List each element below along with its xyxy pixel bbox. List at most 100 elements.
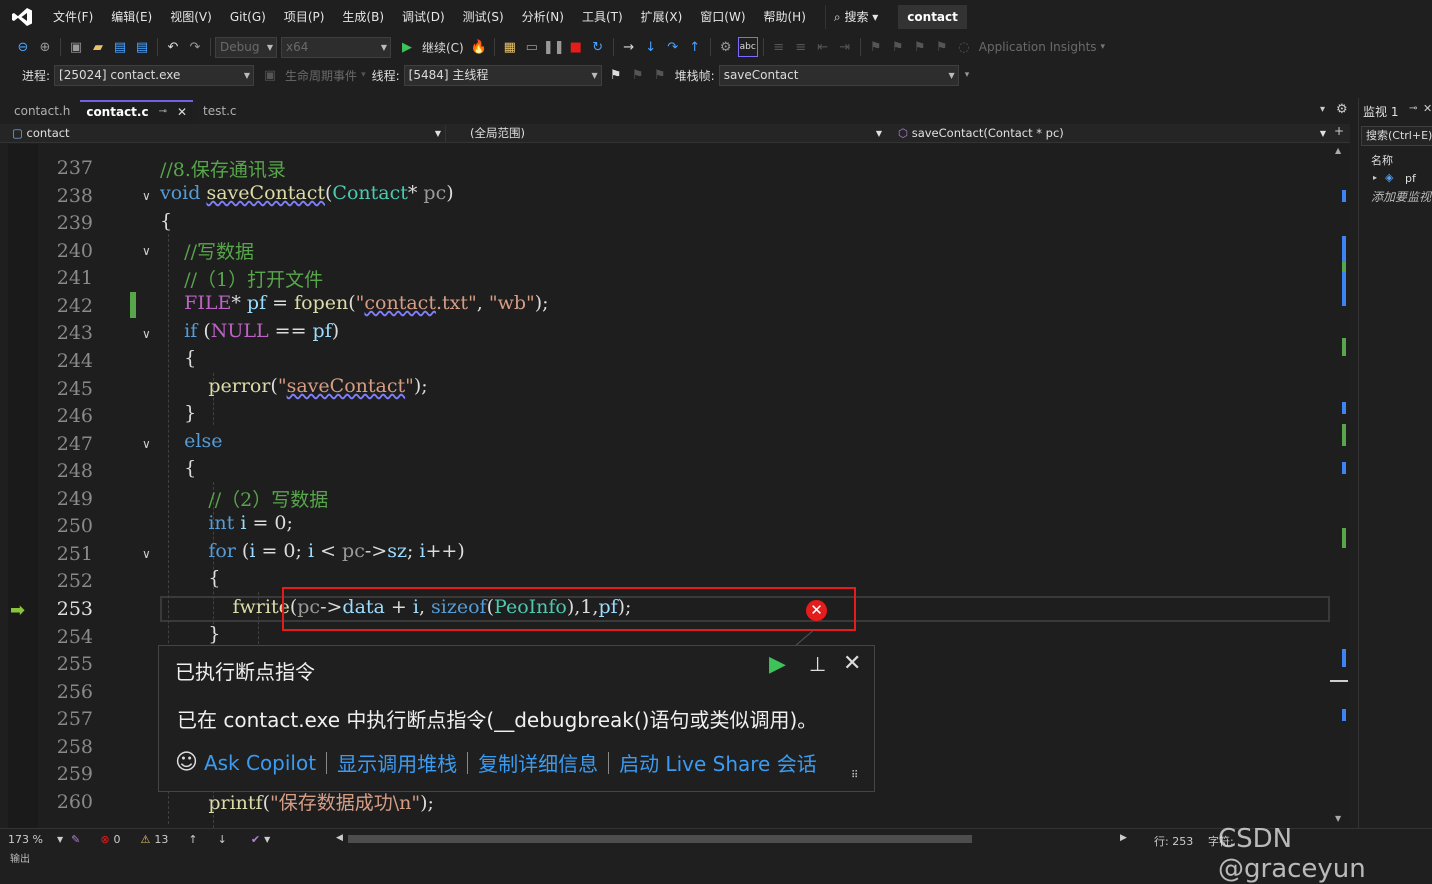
scope-dropdown[interactable]: (全局范围) ▼ xyxy=(466,125,886,142)
menu-file[interactable]: 文件(F) xyxy=(44,0,102,34)
chevron-down-icon[interactable]: ▾ xyxy=(965,70,970,80)
process-dropdown[interactable]: [25024] contact.exe ▼ xyxy=(54,64,255,86)
scroll-up-icon[interactable]: ▲ xyxy=(1335,146,1341,155)
scroll-left-icon[interactable]: ◀ xyxy=(336,833,343,843)
menu-window[interactable]: 窗口(W) xyxy=(691,0,754,34)
undo-icon[interactable]: ↶ xyxy=(163,37,183,57)
collapse-chevron-icon[interactable]: ∨ xyxy=(142,548,156,560)
menu-analyze[interactable]: 分析(N) xyxy=(513,0,573,34)
configuration-dropdown[interactable]: Debug ▼ xyxy=(215,36,277,58)
tab-overflow-icon[interactable]: ▾ xyxy=(1320,104,1325,115)
start-live-share-link[interactable]: 启动 Live Share 会话 xyxy=(609,748,827,777)
flag-threads-icon[interactable]: ⚑ xyxy=(628,65,648,85)
collapse-chevron-icon[interactable]: ∨ xyxy=(142,438,156,450)
menu-view[interactable]: 视图(V) xyxy=(161,0,221,34)
horizontal-scrollbar[interactable] xyxy=(348,835,972,843)
continue-icon[interactable]: ▶ xyxy=(397,37,417,57)
copy-details-link[interactable]: 复制详细信息 xyxy=(468,748,608,777)
hot-reload-icon[interactable]: 🔥 xyxy=(469,37,489,57)
browse-icon[interactable]: ▦ xyxy=(500,37,520,57)
health-icon[interactable]: ✎ xyxy=(71,833,80,846)
save-all-icon[interactable]: ▤ xyxy=(132,37,152,57)
warning-count[interactable]: 13 xyxy=(154,833,168,846)
lightbulb-icon[interactable]: ◌ xyxy=(954,37,974,57)
chevron-down-icon[interactable]: ▼ xyxy=(57,835,63,844)
error-count[interactable]: 0 xyxy=(114,833,121,846)
indicator-margin[interactable] xyxy=(8,144,38,828)
forward-icon[interactable]: ⊕ xyxy=(35,37,55,57)
show-flagged-icon[interactable]: ⚑ xyxy=(650,65,670,85)
next-issue-icon[interactable]: ↓ xyxy=(218,833,227,846)
menu-help[interactable]: 帮助(H) xyxy=(755,0,815,34)
brush-icon[interactable]: ✔ xyxy=(251,833,260,846)
menu-debug[interactable]: 调试(D) xyxy=(393,0,454,34)
chevron-down-icon[interactable]: ▾ xyxy=(1101,42,1106,52)
save-icon[interactable]: ▤ xyxy=(110,37,130,57)
menu-build[interactable]: 生成(B) xyxy=(333,0,393,34)
prev-bookmark-icon[interactable]: ⚑ xyxy=(888,37,908,57)
close-icon[interactable]: ✕ xyxy=(843,651,861,676)
next-bookmark-icon[interactable]: ⚑ xyxy=(910,37,930,57)
ask-copilot-link[interactable]: Ask Copilot xyxy=(198,751,326,775)
collapse-chevron-icon[interactable]: ∨ xyxy=(142,245,156,257)
flag-icon[interactable]: ⚑ xyxy=(606,65,626,85)
platform-dropdown[interactable]: x64 ▼ xyxy=(281,36,391,58)
layout-icon[interactable]: ▭ xyxy=(522,37,542,57)
stop-icon[interactable]: ■ xyxy=(566,37,586,57)
expand-icon[interactable]: ▸ xyxy=(1373,173,1377,182)
menu-tools[interactable]: 工具(T) xyxy=(573,0,632,34)
new-project-icon[interactable]: ▣ xyxy=(66,37,86,57)
menu-edit[interactable]: 编辑(E) xyxy=(102,0,161,34)
pin-icon[interactable]: ⊸ xyxy=(1409,103,1417,114)
continue-button[interactable]: 继续(C) xyxy=(422,39,464,56)
tab-contact-h[interactable]: contact.h xyxy=(8,100,76,122)
collapse-chevron-icon[interactable]: ∨ xyxy=(142,328,156,340)
scroll-down-icon[interactable]: ▼ xyxy=(1335,814,1341,823)
show-call-stack-link[interactable]: 显示调用堆栈 xyxy=(327,748,467,777)
member-dropdown[interactable]: ⬡ saveContact(Contact * pc) ▼ xyxy=(894,125,1330,142)
spell-check-icon[interactable]: abc xyxy=(737,37,758,57)
restart-icon[interactable]: ↻ xyxy=(588,37,608,57)
zoom-level[interactable]: 173 % xyxy=(8,833,43,846)
continue-icon[interactable]: ▶ xyxy=(769,652,786,677)
menu-test[interactable]: 测试(S) xyxy=(454,0,513,34)
thread-dropdown[interactable]: [5484] 主线程 ▼ xyxy=(403,64,602,86)
bookmark-icon[interactable]: ⚑ xyxy=(866,37,886,57)
step-over-icon[interactable]: ↷ xyxy=(663,37,683,57)
close-icon[interactable]: ✕ xyxy=(1423,102,1432,115)
previous-issue-icon[interactable]: ↑ xyxy=(188,833,197,846)
step-out-icon[interactable]: ↑ xyxy=(685,37,705,57)
watch-search-input[interactable]: 搜索(Ctrl+E) xyxy=(1361,126,1432,146)
step-into-icon[interactable]: ↓ xyxy=(641,37,661,57)
menu-project[interactable]: 项目(P) xyxy=(275,0,334,34)
lifecycle-events-button[interactable]: 生命周期事件 xyxy=(285,67,357,84)
tab-contact-c[interactable]: contact.c ⊸ ✕ xyxy=(80,100,194,123)
gear-icon[interactable]: ⚙ xyxy=(1336,102,1348,117)
project-dropdown[interactable]: ▢ contact ▼ xyxy=(8,125,446,142)
menu-git[interactable]: Git(G) xyxy=(221,0,275,34)
uncomment-icon[interactable]: ≡ xyxy=(791,37,811,57)
pause-icon[interactable]: ❚❚ xyxy=(543,37,565,57)
chevron-down-icon[interactable]: ▼ xyxy=(264,835,270,844)
watch-item-name[interactable]: pf xyxy=(1405,172,1416,185)
redo-icon[interactable]: ↷ xyxy=(185,37,205,57)
back-icon[interactable]: ⊖ xyxy=(13,37,33,57)
diagnostics-icon[interactable]: ⚙ xyxy=(716,37,736,57)
add-watch-hint[interactable]: 添加要监视 xyxy=(1371,188,1431,205)
stackframe-dropdown[interactable]: saveContact ▼ xyxy=(718,64,959,86)
tab-test-c[interactable]: test.c xyxy=(197,100,242,122)
collapse-chevron-icon[interactable]: ∨ xyxy=(142,190,156,202)
editor-vertical-scrollbar[interactable]: ▲ ▼ xyxy=(1330,144,1350,828)
clear-bookmarks-icon[interactable]: ⚑ xyxy=(932,37,952,57)
scroll-right-icon[interactable]: ▶ xyxy=(1120,833,1127,843)
pin-icon[interactable]: ⊥ xyxy=(809,652,826,676)
resize-grip-icon[interactable]: ⠿ xyxy=(851,770,858,781)
chevron-down-icon[interactable]: ▾ xyxy=(361,70,366,80)
close-icon[interactable]: ✕ xyxy=(177,101,187,123)
indent-icon[interactable]: ⇥ xyxy=(835,37,855,57)
application-insights-button[interactable]: Application Insights xyxy=(979,40,1097,54)
open-folder-icon[interactable]: ▰ xyxy=(88,37,108,57)
split-icon[interactable]: + xyxy=(1334,124,1344,138)
search-menu[interactable]: ⌕ 搜索 ▾ xyxy=(824,5,886,29)
pin-icon[interactable]: ⊸ xyxy=(159,101,167,123)
